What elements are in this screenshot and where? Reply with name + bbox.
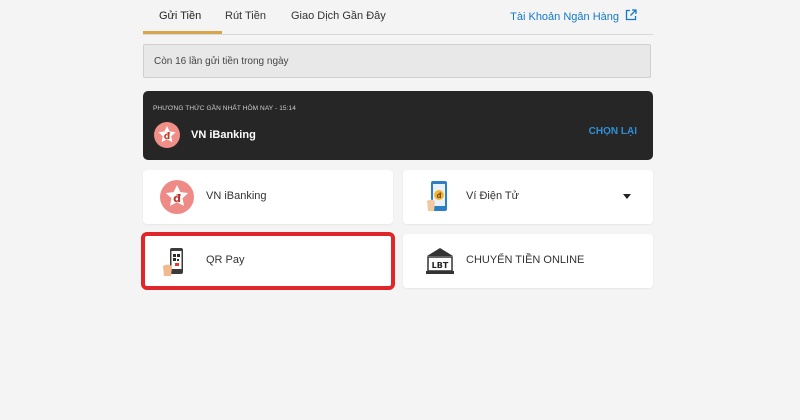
method-label: CHUYỂN TIỀN ONLINE: [466, 254, 585, 266]
bank-building-icon: LBT: [425, 246, 455, 281]
recent-method-card: PHƯƠNG THỨC GẦN NHẤT HÔM NAY - 15:14 đ V…: [143, 91, 653, 160]
method-qr-pay[interactable]: QR Pay: [141, 232, 395, 290]
bank-account-link-label: Tài Khoản Ngân Hàng: [510, 10, 619, 23]
phone-wallet-icon: đ: [425, 179, 455, 220]
tab-recent-transactions[interactable]: Giao Dịch Gần Đây: [291, 10, 386, 22]
dong-coin-icon: đ: [159, 179, 195, 220]
svg-text:đ: đ: [173, 192, 181, 205]
svg-text:đ: đ: [436, 192, 441, 200]
method-e-wallet[interactable]: đ Ví Điện Tử: [403, 170, 653, 224]
tab-bar: Gửi Tiền Rút Tiền Giao Dịch Gần Đây Tài …: [143, 0, 653, 35]
method-label: VN iBanking: [206, 190, 267, 202]
recent-method-name: VN iBanking: [191, 129, 256, 141]
method-vn-ibanking[interactable]: đ VN iBanking: [143, 170, 393, 224]
recent-method-label: PHƯƠNG THỨC GẦN NHẤT HÔM NAY - 15:14: [153, 105, 296, 112]
svg-text:đ: đ: [164, 132, 171, 142]
external-link-icon: [625, 9, 637, 24]
dong-coin-icon: đ: [153, 121, 181, 154]
phone-qr-icon: [161, 246, 191, 283]
deposit-panel: Gửi Tiền Rút Tiền Giao Dịch Gần Đây Tài …: [141, 0, 653, 290]
tab-deposit[interactable]: Gửi Tiền: [159, 10, 201, 22]
method-online-transfer[interactable]: LBT CHUYỂN TIỀN ONLINE: [403, 234, 653, 288]
svg-text:LBT: LBT: [432, 261, 449, 270]
method-label: QR Pay: [206, 254, 245, 266]
tab-withdraw[interactable]: Rút Tiền: [225, 10, 266, 22]
chevron-down-icon[interactable]: [623, 194, 631, 199]
bank-account-link[interactable]: Tài Khoản Ngân Hàng: [510, 9, 637, 24]
method-label: Ví Điện Tử: [466, 190, 520, 202]
deposit-limit-notice: Còn 16 lần gửi tiền trong ngày: [143, 44, 651, 78]
active-tab-indicator: [143, 31, 222, 34]
reselect-button[interactable]: CHỌN LẠI: [589, 126, 637, 137]
